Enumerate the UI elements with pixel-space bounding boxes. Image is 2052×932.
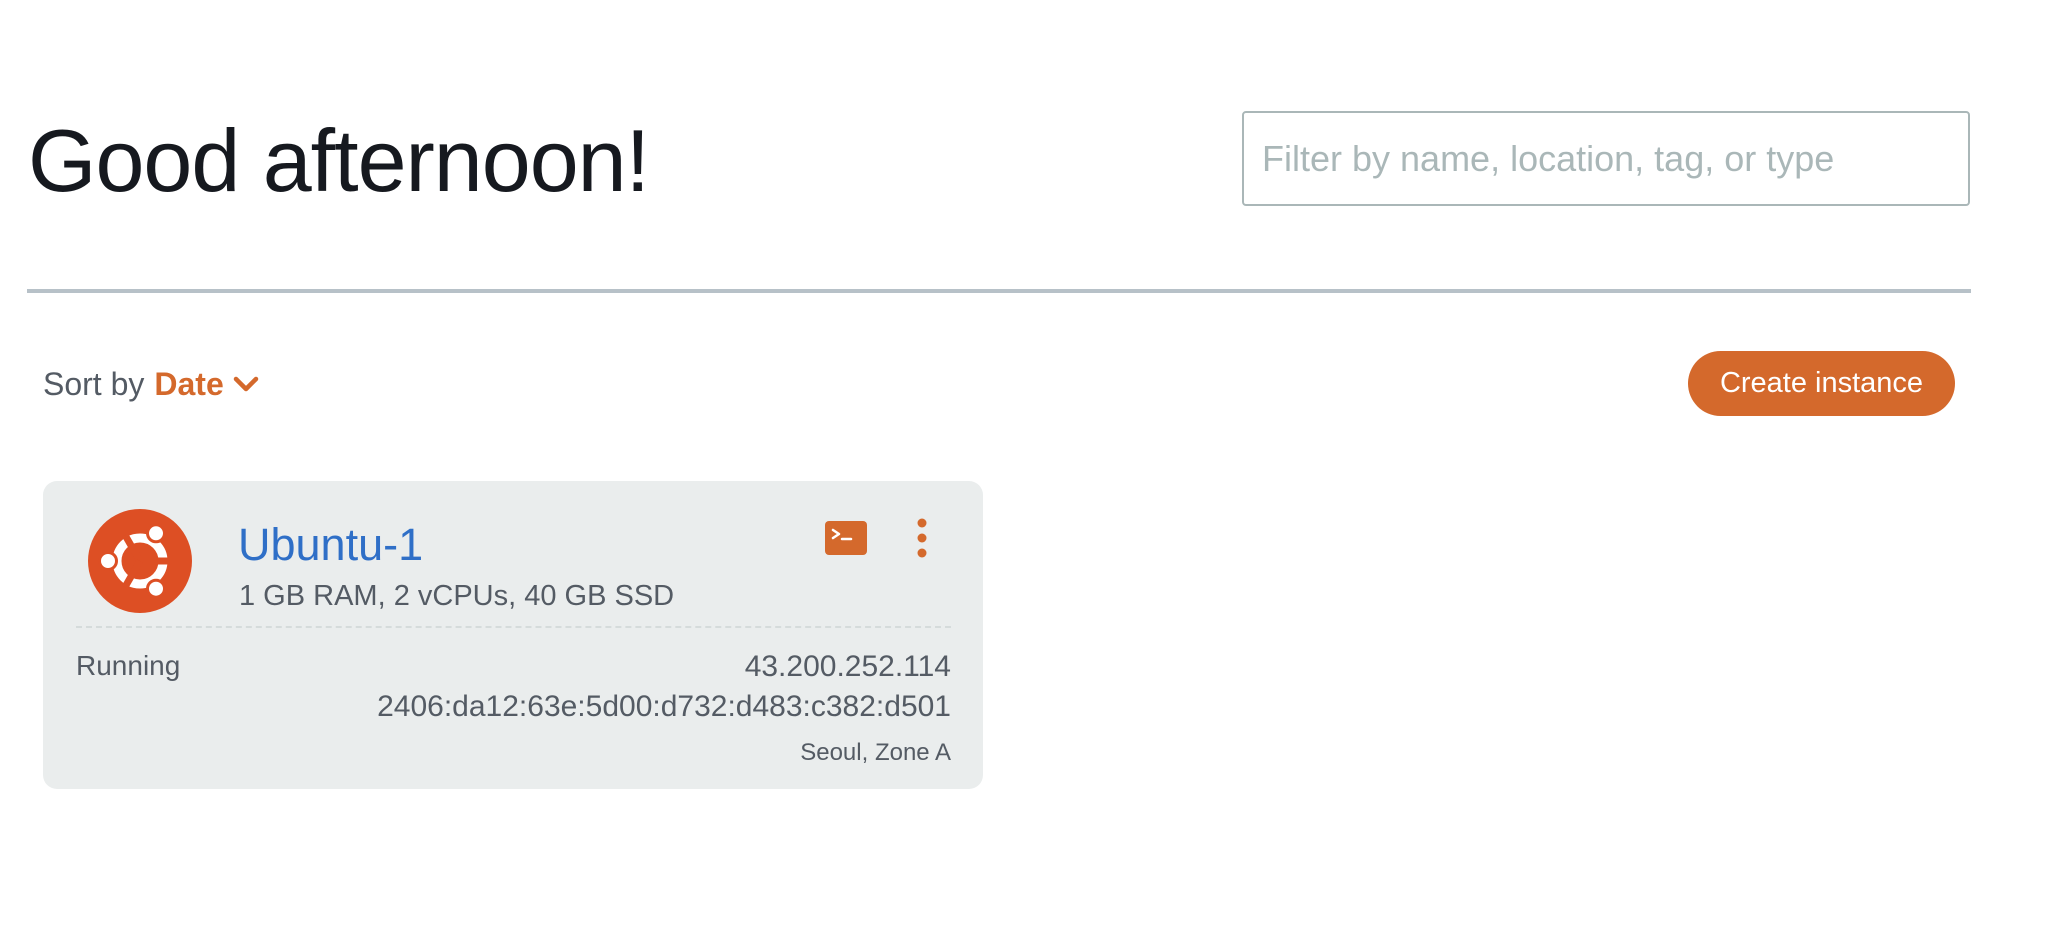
status-label: Running <box>76 650 181 681</box>
public-ipv4: 43.200.252.114 <box>744 650 951 683</box>
instance-name-link[interactable]: Ubuntu-1 <box>238 517 423 573</box>
instance-card[interactable]: Ubuntu-1 1 GB RAM, 2 vCPUs, 40 GB SSD Ru… <box>43 481 983 789</box>
ip-block: 43.200.252.114 2406:da12:63e:5d00:d732:d… <box>377 647 951 769</box>
create-instance-button[interactable]: Create instance <box>1688 351 1955 416</box>
sort-label: Sort by <box>43 365 145 402</box>
chevron-down-icon[interactable] <box>232 374 260 394</box>
instance-location: Seoul, Zone A <box>800 739 951 766</box>
sort-control: Sort by Date <box>43 362 260 406</box>
greeting-title: Good afternoon! <box>28 111 650 210</box>
sort-dropdown[interactable]: Date <box>154 366 223 403</box>
filter-input[interactable] <box>1242 111 1970 206</box>
ipv6-address: 2406:da12:63e:5d00:d732:d483:c382:d501 <box>377 690 951 723</box>
ubuntu-logo-icon[interactable] <box>88 509 192 613</box>
instance-specs: 1 GB RAM, 2 vCPUs, 40 GB SSD <box>239 580 675 612</box>
card-divider <box>76 626 951 628</box>
more-options-icon[interactable] <box>913 517 931 559</box>
header-divider <box>27 289 1971 293</box>
page: Good afternoon! Sort by Date Create inst… <box>0 0 2052 932</box>
terminal-icon[interactable] <box>825 521 867 555</box>
